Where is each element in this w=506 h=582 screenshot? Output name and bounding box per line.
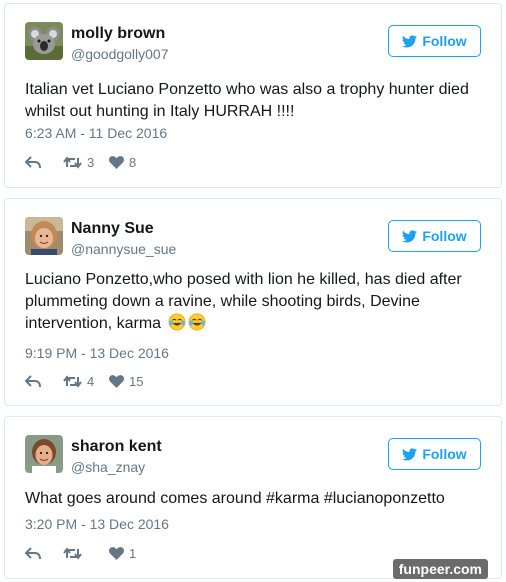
like-count: 8: [129, 154, 137, 170]
reply-button[interactable]: [25, 155, 63, 169]
user-handle[interactable]: @nannysue_sue: [71, 241, 176, 257]
follow-label: Follow: [422, 228, 467, 244]
heart-icon: [109, 155, 124, 169]
retweet-icon: [63, 155, 82, 169]
heart-icon: [109, 374, 124, 388]
tweet-card: sharon kent @sha_znay Follow What goes a…: [4, 416, 502, 579]
reply-icon: [25, 374, 41, 387]
user-name[interactable]: sharon kent: [71, 438, 162, 456]
user-handle[interactable]: @sha_znay: [71, 459, 145, 475]
tweet-timestamp[interactable]: 6:23 AM - 11 Dec 2016: [25, 125, 167, 141]
retweet-button[interactable]: [63, 546, 109, 560]
reply-button[interactable]: [25, 546, 63, 560]
follow-label: Follow: [422, 446, 467, 462]
follow-button[interactable]: Follow: [388, 438, 481, 470]
reply-icon: [25, 546, 41, 559]
tweet-timestamp[interactable]: 3:20 PM - 13 Dec 2016: [25, 516, 169, 532]
tweet-card: Nanny Sue @nannysue_sue Follow Luciano P…: [4, 198, 502, 406]
tears-of-joy-emoji-icon: [188, 313, 205, 331]
retweet-count: 4: [87, 373, 95, 389]
tweet-text-body: Luciano Ponzetto,who posed with lion he …: [25, 271, 462, 332]
like-button[interactable]: 15: [109, 374, 143, 389]
retweet-icon: [63, 374, 82, 388]
retweet-icon: [63, 546, 82, 560]
user-handle[interactable]: @goodgolly007: [71, 46, 169, 62]
tweet-actions: 3 8: [25, 154, 136, 170]
retweet-button[interactable]: 3: [63, 155, 109, 170]
avatar[interactable]: [25, 217, 63, 255]
reply-button[interactable]: [25, 374, 63, 388]
tweet-text: Luciano Ponzetto,who posed with lion he …: [25, 269, 481, 335]
tweet-text: What goes around comes around #karma #lu…: [25, 490, 445, 507]
tweet-actions: 4 15: [25, 373, 143, 389]
like-count: 1: [129, 545, 137, 561]
avatar[interactable]: [25, 22, 63, 60]
tweet-text: Italian vet Luciano Ponzetto who was als…: [25, 81, 469, 120]
reply-icon: [25, 155, 41, 168]
site-watermark: funpeer.com: [392, 559, 488, 579]
twitter-bird-icon: [402, 34, 418, 47]
avatar[interactable]: [25, 435, 63, 473]
twitter-bird-icon: [402, 447, 418, 460]
tweet-timestamp[interactable]: 9:19 PM - 13 Dec 2016: [25, 345, 169, 361]
follow-label: Follow: [422, 33, 467, 49]
tweet-card: molly brown @goodgolly007 Follow Italian…: [4, 3, 502, 188]
tweet-actions: 1: [25, 545, 136, 561]
user-name[interactable]: molly brown: [71, 25, 165, 43]
retweet-button[interactable]: 4: [63, 374, 109, 389]
follow-button[interactable]: Follow: [388, 220, 481, 252]
twitter-bird-icon: [402, 229, 418, 242]
retweet-count: 3: [87, 154, 95, 170]
user-name[interactable]: Nanny Sue: [71, 220, 154, 238]
follow-button[interactable]: Follow: [388, 25, 481, 57]
heart-icon: [109, 546, 124, 560]
like-button[interactable]: 8: [109, 155, 136, 170]
tears-of-joy-emoji-icon: [168, 313, 185, 331]
like-count: 15: [129, 373, 144, 389]
like-button[interactable]: 1: [109, 546, 136, 561]
